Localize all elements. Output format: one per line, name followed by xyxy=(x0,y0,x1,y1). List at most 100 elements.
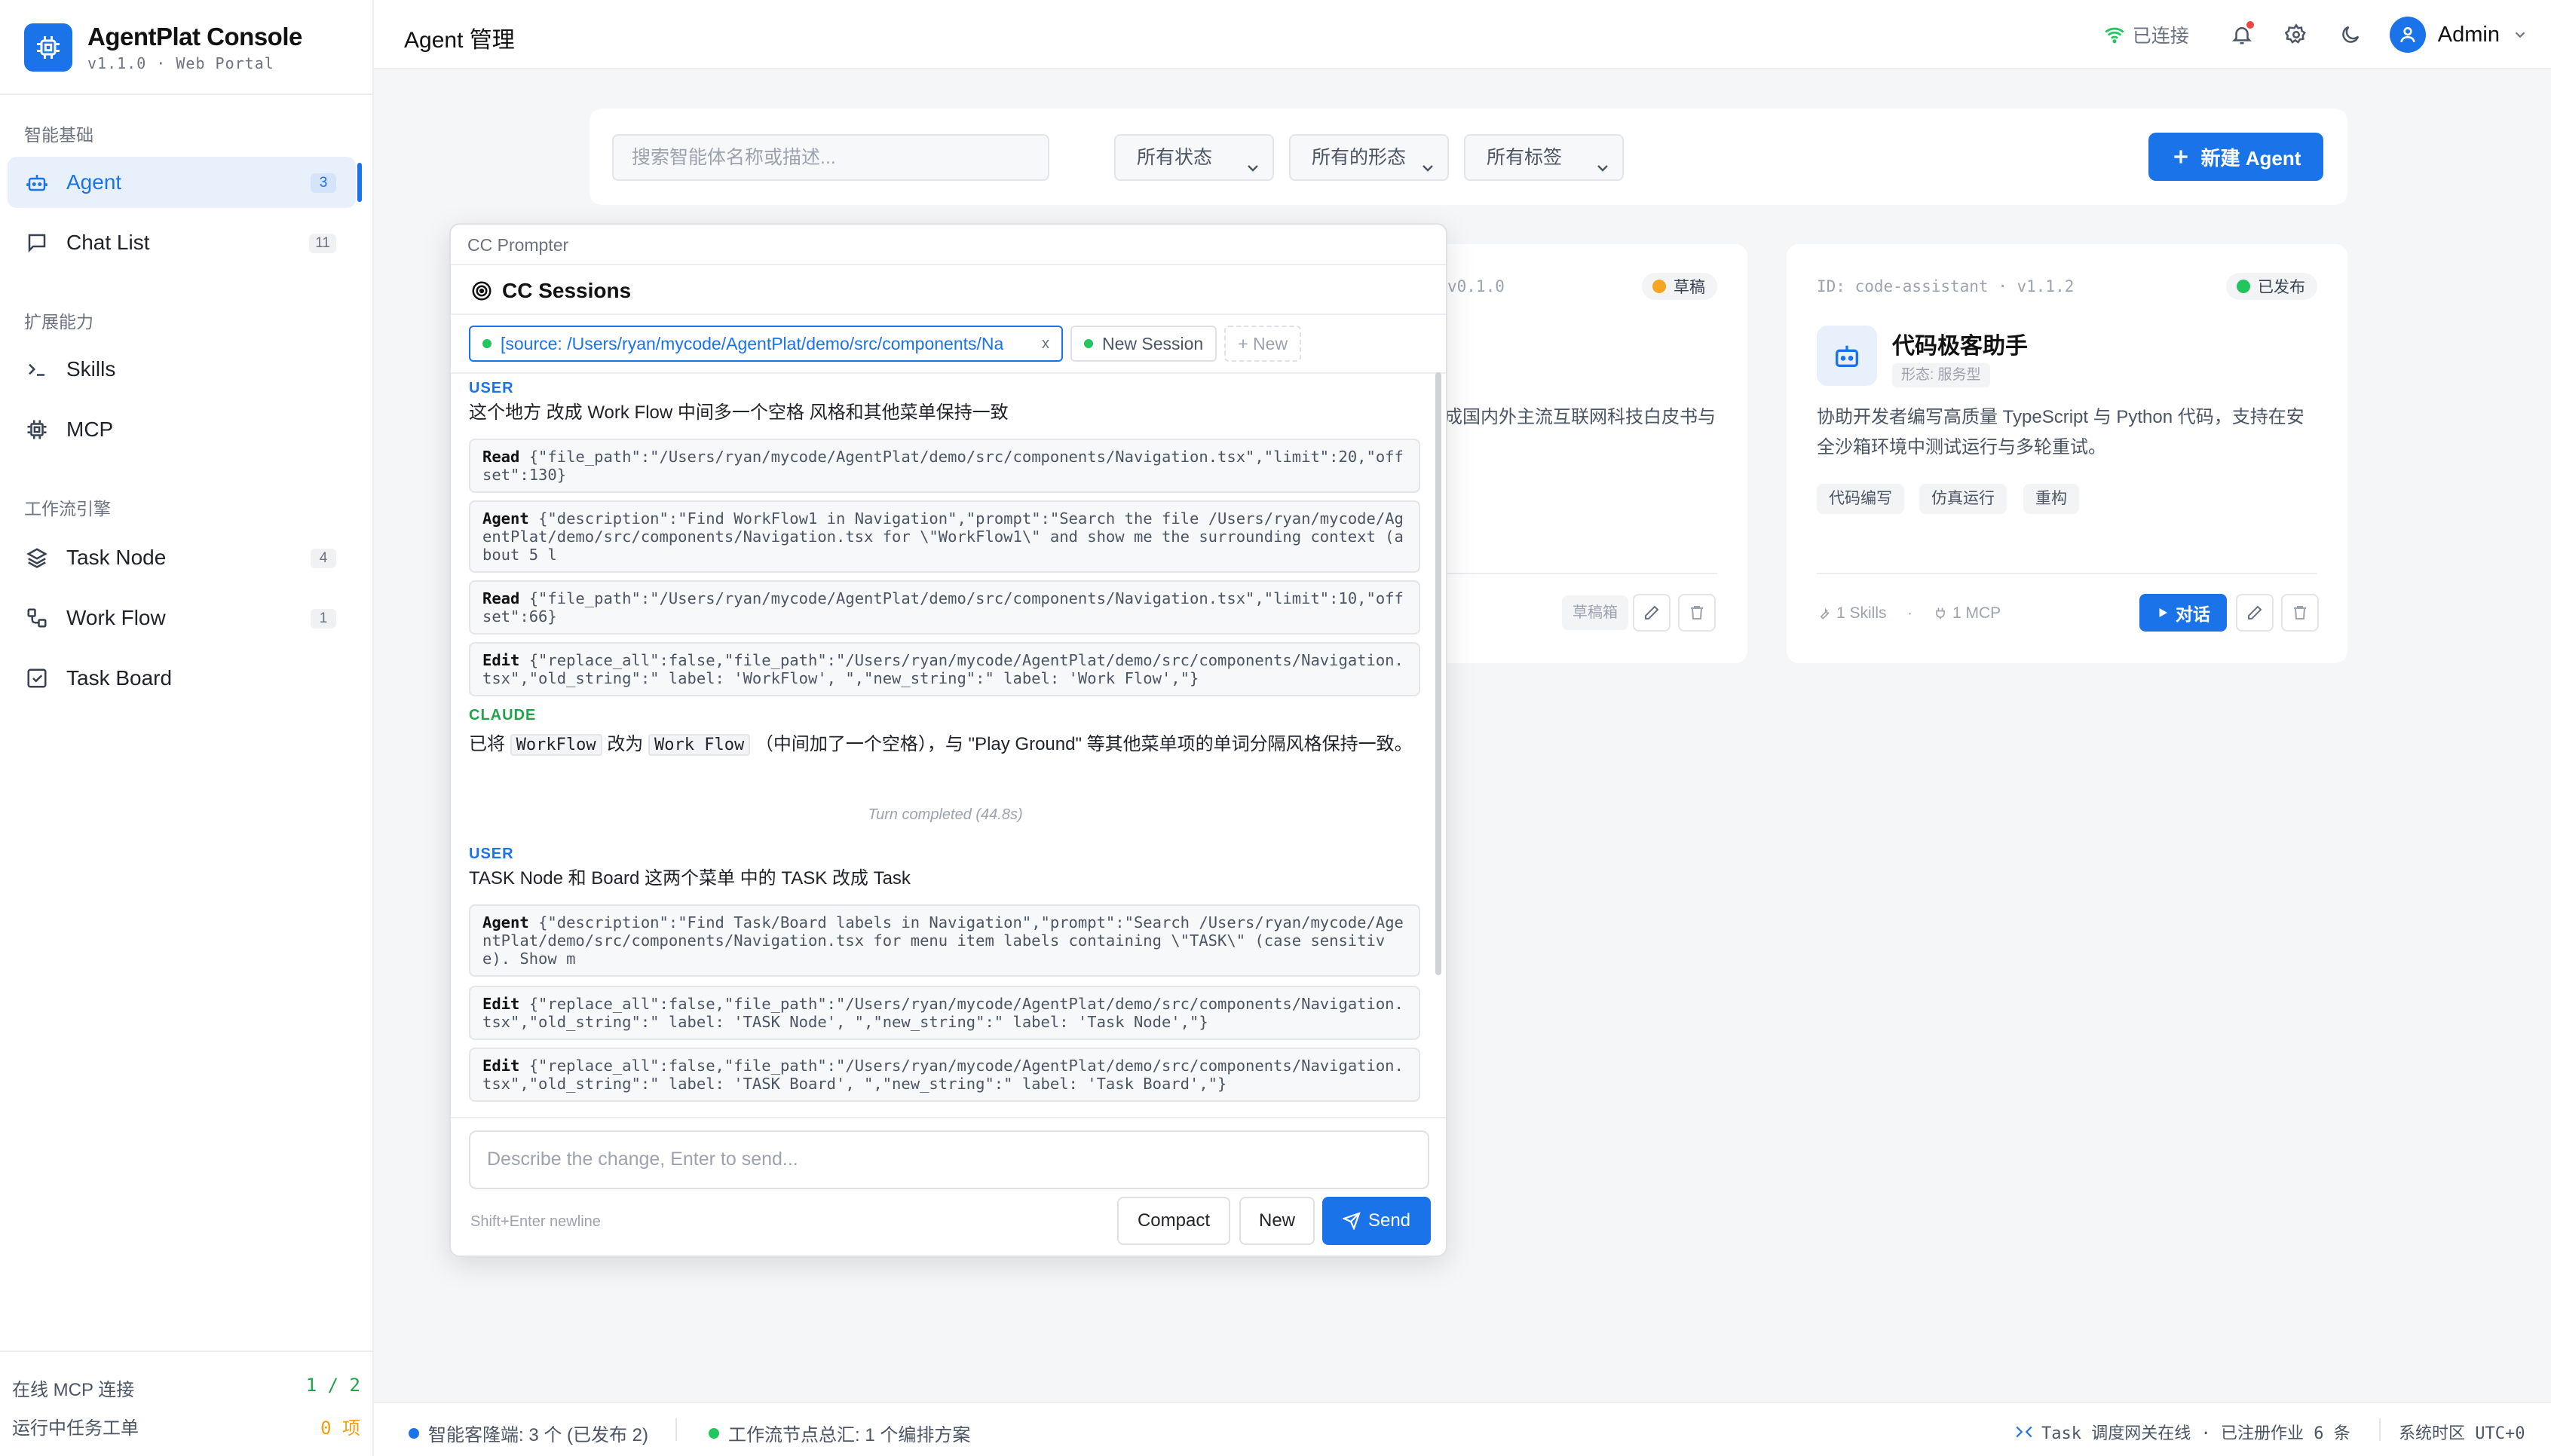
sidebar-item-work-flow[interactable]: Work Flow 1 xyxy=(8,592,356,644)
chat-label: 对话 xyxy=(2176,604,2210,624)
inline-code: Work Flow xyxy=(648,734,751,756)
tool-name: Read xyxy=(482,448,520,466)
session-tab-active[interactable]: [source: /Users/ryan/mycode/AgentPlat/de… xyxy=(469,326,1063,362)
tool-call-edit: Edit {"replace_all":false,"file_path":"/… xyxy=(469,642,1420,696)
mcp-connection-value: 1 / 2 xyxy=(305,1375,360,1396)
chevron-down-icon xyxy=(1594,149,1612,193)
tag-filter-select[interactable]: 所有标签 xyxy=(1464,134,1624,181)
chat-icon xyxy=(24,230,50,255)
sidebar: AgentPlat Console v1.1.0 · Web Portal 智能… xyxy=(0,0,374,1456)
sidebar-item-mcp[interactable]: MCP xyxy=(8,404,356,455)
tool-call-read: Read {"file_path":"/Users/ryan/mycode/Ag… xyxy=(469,439,1420,493)
gear-icon[interactable] xyxy=(2281,20,2311,50)
agent-description: 协助开发者编写高质量 TypeScript 与 Python 代码，支持在安全沙… xyxy=(1817,407,2304,457)
edit-icon[interactable] xyxy=(1633,594,1671,632)
status-dot xyxy=(1084,339,1093,348)
claude-message: 已将 WorkFlow 改为 Work Flow （中间加了一个空格），与 "P… xyxy=(469,730,1422,760)
tool-call-edit: Edit {"replace_all":false,"file_path":"/… xyxy=(469,986,1420,1040)
send-icon xyxy=(1342,1212,1361,1230)
workflow-count-status: 工作流节点总汇: 1 个编排方案 xyxy=(709,1420,970,1446)
user-message: TASK Node 和 Board 这两个菜单 中的 TASK 改成 Task xyxy=(469,868,911,889)
trash-icon[interactable] xyxy=(1678,594,1716,632)
task-gateway-status: Task 调度网关在线 · 已注册作业 6 条 xyxy=(2014,1420,2350,1444)
compact-button[interactable]: Compact xyxy=(1117,1197,1230,1245)
count-badge: 3 xyxy=(311,173,336,193)
status-dot xyxy=(1652,280,1666,293)
timezone-status: 系统时区 UTC+0 xyxy=(2399,1424,2525,1443)
status-filter-select[interactable]: 所有状态 xyxy=(1114,134,1274,181)
count-badge: 4 xyxy=(311,549,336,568)
claude-text: 改为 xyxy=(607,734,644,754)
cc-prompter-panel[interactable]: CC Prompter CC Sessions [source: /Users/… xyxy=(449,223,1447,1257)
status-dot xyxy=(409,1427,419,1439)
agent-version: v0.1.0 xyxy=(1447,277,1505,295)
chip-logo-icon xyxy=(24,23,72,72)
checkbox-icon xyxy=(24,665,50,691)
sidebar-item-agent[interactable]: Agent 3 xyxy=(8,157,362,208)
agent-name: 代码极客助手 xyxy=(1892,334,2028,359)
panel-title: CC Prompter xyxy=(467,235,569,255)
trash-icon[interactable] xyxy=(2281,594,2319,632)
new-agent-button[interactable]: 新建 Agent xyxy=(2148,133,2323,181)
sidebar-item-task-node[interactable]: Task Node 4 xyxy=(8,532,356,583)
avatar[interactable] xyxy=(2389,17,2426,53)
search-input[interactable]: 搜索智能体名称或描述... xyxy=(612,134,1049,181)
chevron-down-icon[interactable] xyxy=(2512,26,2528,43)
status-dot xyxy=(2237,280,2250,293)
running-tasks-value: 0 项 xyxy=(320,1418,360,1439)
tool-args: {"replace_all":false,"file_path":"/Users… xyxy=(482,995,1404,1031)
skills-count: 1 Skills xyxy=(1817,604,1887,622)
robot-icon xyxy=(1817,326,1877,386)
wrench-icon xyxy=(1817,606,1832,621)
send-button[interactable]: Send xyxy=(1322,1197,1431,1245)
sidebar-item-label: Task Node xyxy=(66,546,167,569)
plug-icon xyxy=(1933,606,1948,621)
tool-name: Read xyxy=(482,589,520,607)
tag: 仿真运行 xyxy=(1919,484,2007,514)
sessions-heading: CC Sessions xyxy=(470,279,631,303)
tool-args: {"file_path":"/Users/ryan/mycode/AgentPl… xyxy=(482,589,1404,626)
sidebar-item-chat-list[interactable]: Chat List 11 xyxy=(8,217,356,268)
agent-id: ID: code-assistant · v1.1.2 xyxy=(1817,277,2075,295)
turn-completed-note: Turn completed (44.8s) xyxy=(868,806,1023,823)
tool-name: Edit xyxy=(482,995,520,1013)
tag: 重构 xyxy=(2023,484,2079,514)
user-name[interactable]: Admin xyxy=(2438,23,2500,47)
notification-bell-icon[interactable] xyxy=(2227,20,2257,50)
agent-card[interactable]: ID: code-assistant · v1.1.2 已发布 代码极客助手 形… xyxy=(1787,244,2347,663)
new-button[interactable]: New xyxy=(1239,1197,1315,1245)
sidebar-item-label: Skills xyxy=(66,357,116,381)
sidebar-item-label: Task Board xyxy=(66,666,173,690)
nav-section-label: 扩展能力 xyxy=(24,312,93,332)
divider xyxy=(1817,573,2317,574)
prompt-input[interactable]: Describe the change, Enter to send... xyxy=(469,1130,1429,1189)
chat-button[interactable]: 对话 xyxy=(2139,594,2227,632)
sidebar-item-task-board[interactable]: Task Board xyxy=(8,653,356,704)
workflow-count-text: 工作流节点总汇: 1 个编排方案 xyxy=(728,1425,971,1445)
sidebar-item-skills[interactable]: Skills xyxy=(8,344,356,395)
agent-count-text: 智能客隆端: 3 个 (已发布 2) xyxy=(428,1425,649,1445)
sidebar-item-label: Chat List xyxy=(66,231,150,254)
edit-icon[interactable] xyxy=(2236,594,2274,632)
form-filter-select[interactable]: 所有的形态 xyxy=(1289,134,1449,181)
scrollbar[interactable] xyxy=(1435,372,1441,975)
sidebar-item-label: Work Flow xyxy=(66,606,166,629)
tool-call-edit: Edit {"replace_all":false,"file_path":"/… xyxy=(469,1048,1420,1102)
moon-icon[interactable] xyxy=(2335,20,2366,50)
tool-name: Agent xyxy=(482,509,529,528)
brand[interactable]: AgentPlat Console v1.1.0 · Web Portal xyxy=(24,23,302,72)
agent-form-badge: 形态: 服务型 xyxy=(1892,363,1990,387)
mcp-connection-label: 在线 MCP 连接 xyxy=(12,1380,135,1400)
play-icon xyxy=(2156,606,2170,619)
draft-button[interactable]: 草稿箱 xyxy=(1562,595,1628,630)
status-label: 已发布 xyxy=(2258,279,2305,296)
select-value: 所有标签 xyxy=(1487,147,1563,168)
add-session-button[interactable]: + New xyxy=(1224,326,1302,362)
divider xyxy=(451,314,1446,315)
claude-text: 已将 xyxy=(469,734,505,754)
send-label: Send xyxy=(1367,1210,1411,1231)
select-value: 所有状态 xyxy=(1137,147,1213,168)
close-icon[interactable]: x xyxy=(1033,335,1049,353)
status-dot xyxy=(709,1427,719,1439)
new-session-tab[interactable]: New Session xyxy=(1070,326,1217,362)
